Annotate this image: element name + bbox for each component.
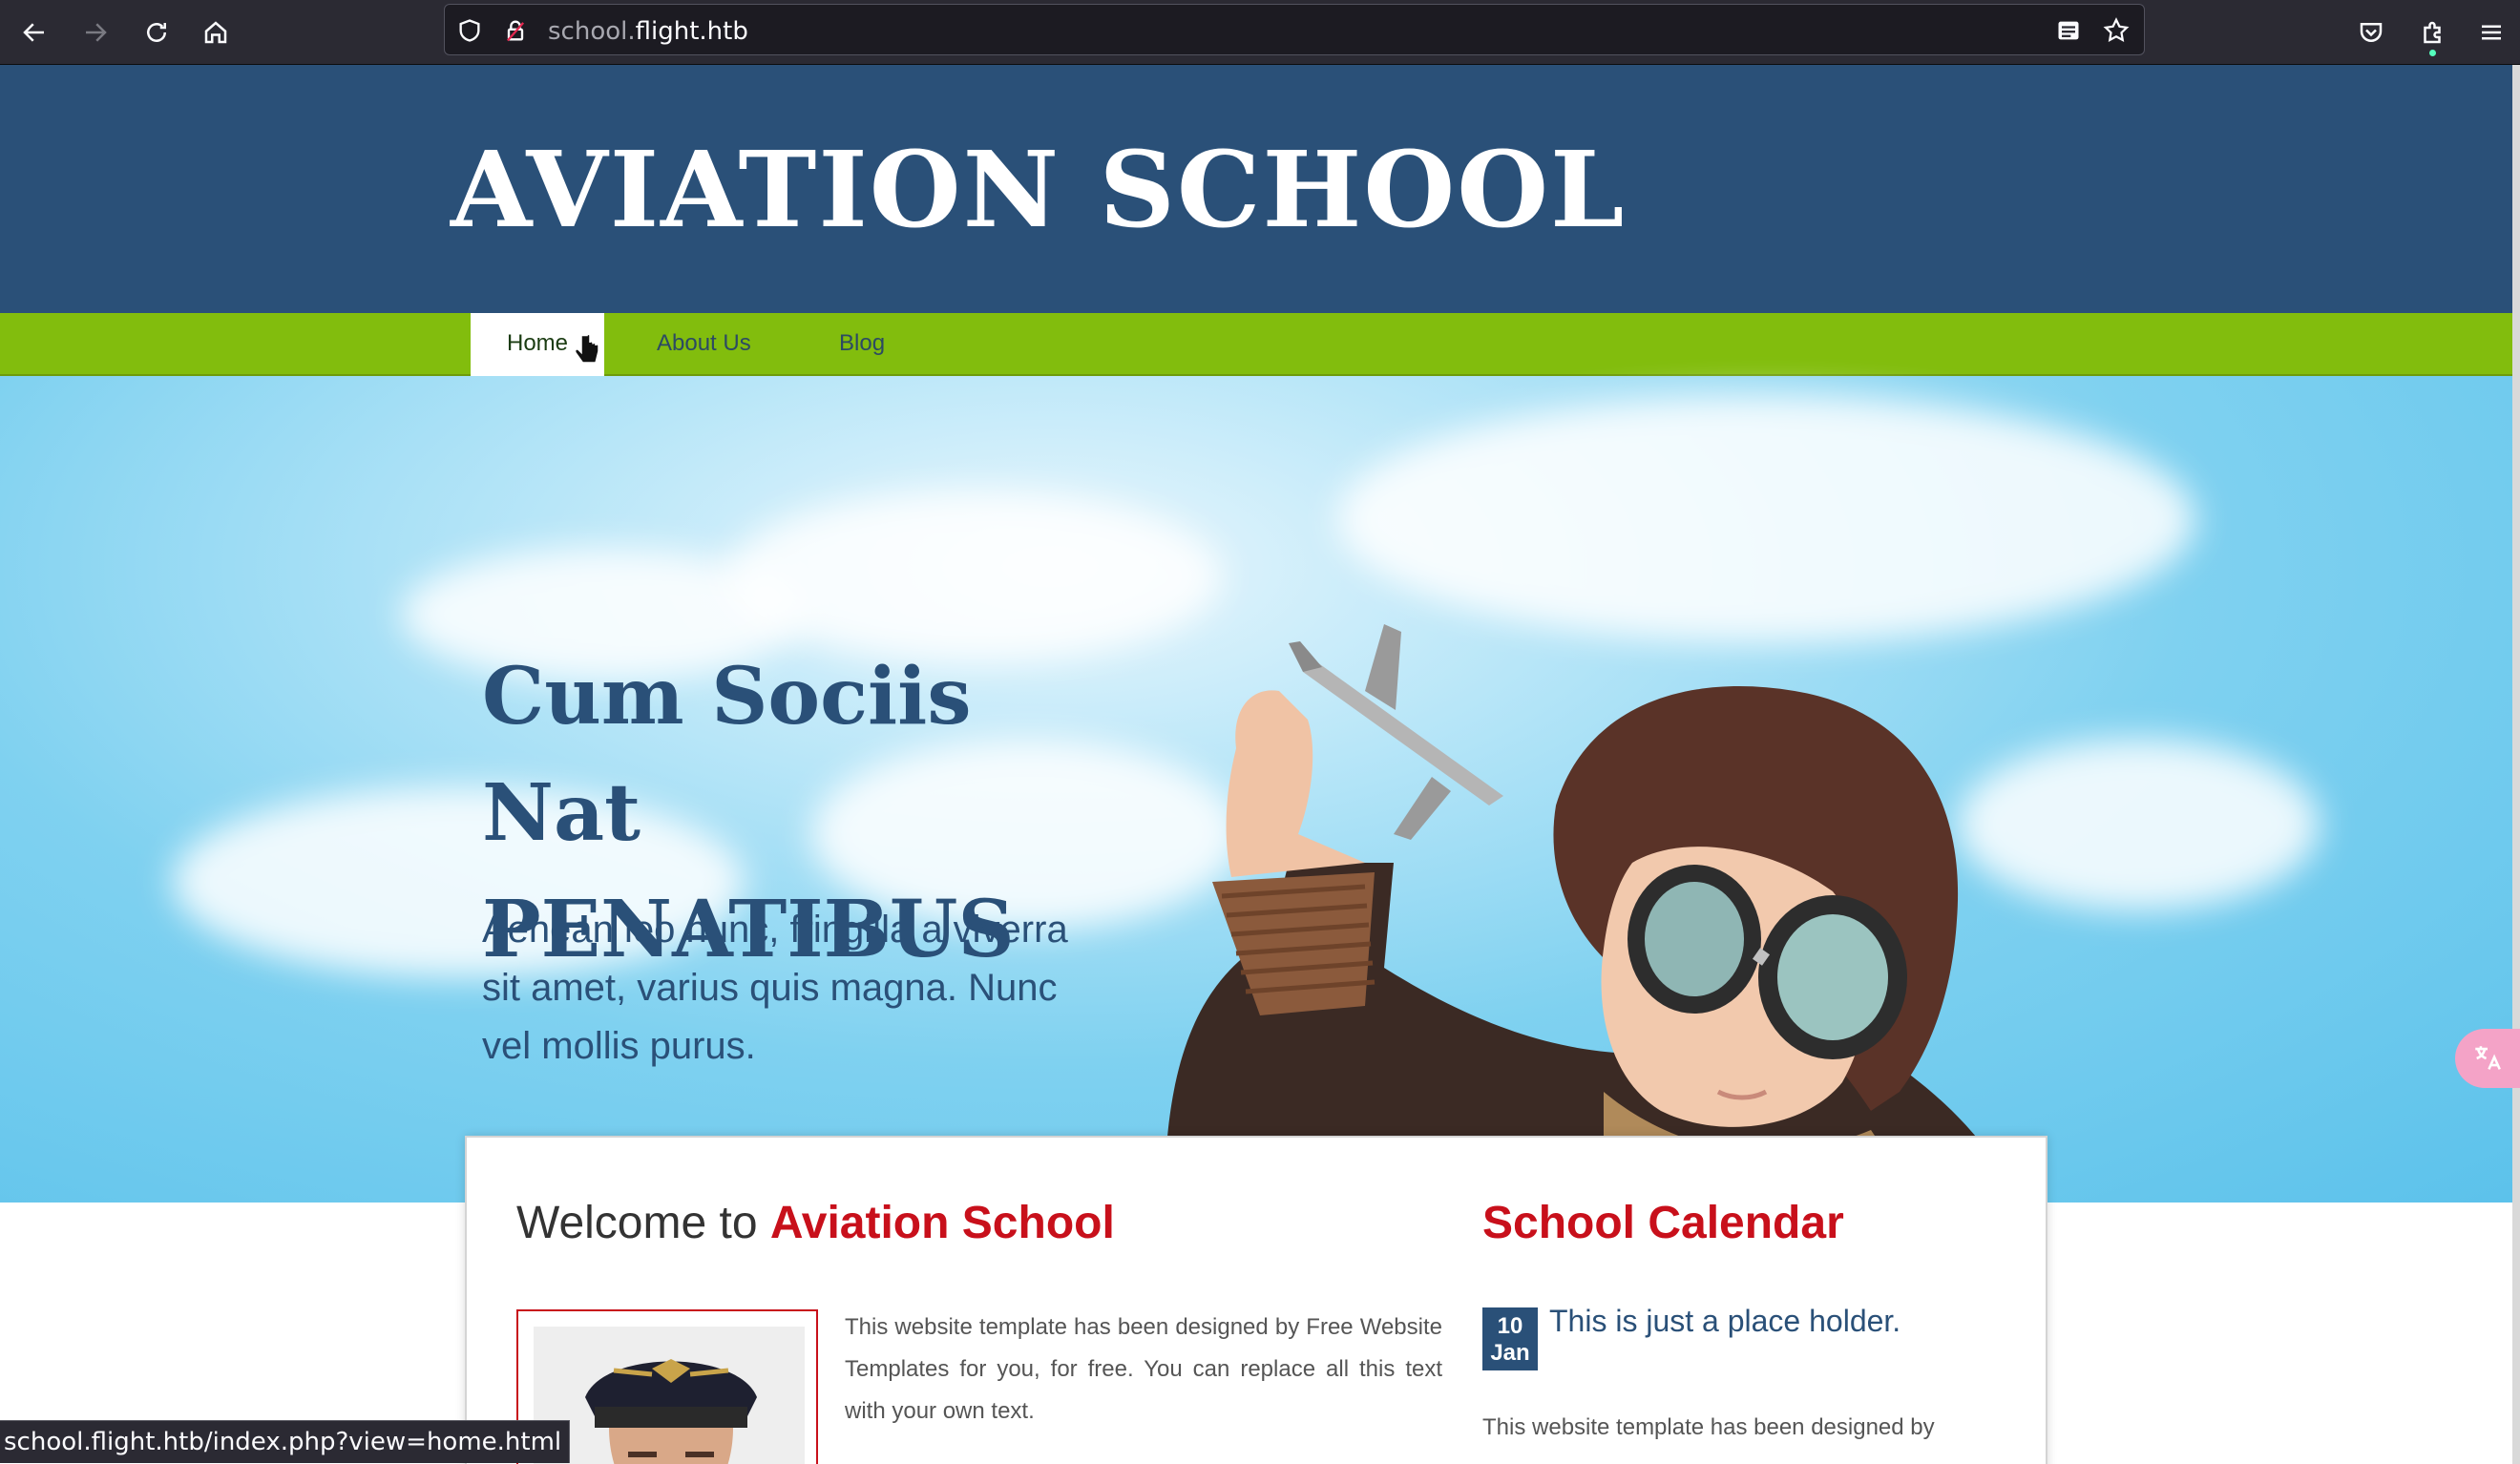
- calendar-month: Jan: [1490, 1340, 1530, 1366]
- hero-heading-line1: Cum Sociis Nat: [482, 651, 972, 859]
- welcome-accent: Aviation School: [769, 1198, 1115, 1248]
- url-text[interactable]: school.flight.htb: [548, 17, 748, 46]
- home-icon: [204, 21, 227, 44]
- back-button[interactable]: [13, 11, 55, 53]
- forward-icon: [86, 23, 107, 42]
- content-box: Welcome to Aviation School This website …: [465, 1136, 2048, 1464]
- calendar-event-link[interactable]: This is just a place holder.: [1549, 1304, 1900, 1339]
- url-host-prefix: school.: [548, 17, 636, 46]
- site-header: AVIATION SCHOOL: [0, 65, 2512, 313]
- browser-toolbar: school.flight.htb: [0, 0, 2520, 65]
- welcome-prefix: Welcome to: [516, 1198, 770, 1248]
- pocket-icon: [2360, 23, 2383, 42]
- forward-button[interactable]: [74, 11, 116, 53]
- extension-badge-dot: [2429, 50, 2436, 56]
- translate-icon: [2475, 1046, 2501, 1070]
- shield-icon: [459, 19, 480, 42]
- hero-text: Aenean leo nunc, fringilla a viverra sit…: [482, 909, 1068, 1067]
- hero-banner: Cum Sociis Nat PENATIBUS Aenean leo nunc…: [0, 376, 2512, 1203]
- extensions-icon: [2424, 21, 2441, 44]
- calendar-title: School Calendar: [1482, 1198, 1844, 1248]
- main-nav: Home About Us Blog: [0, 313, 2512, 386]
- reader-view-icon[interactable]: [2054, 17, 2083, 44]
- page-viewport: AVIATION SCHOOL Home About Us Blog Cum S…: [0, 65, 2512, 1464]
- hand-cursor-icon: [574, 333, 599, 364]
- extensions-button[interactable]: [2411, 11, 2453, 56]
- bookmark-star-icon[interactable]: [2102, 16, 2131, 45]
- status-bar-link-preview: school.flight.htb/index.php?view=home.ht…: [0, 1420, 571, 1463]
- reload-button[interactable]: [136, 11, 178, 53]
- calendar-day: 10: [1497, 1313, 1523, 1339]
- reload-icon: [147, 23, 166, 42]
- nav-about-us[interactable]: About Us: [620, 313, 788, 374]
- welcome-heading: Welcome to Aviation School: [516, 1197, 1115, 1249]
- site-title[interactable]: AVIATION SCHOOL: [451, 128, 1626, 251]
- menu-button[interactable]: [2470, 11, 2512, 53]
- translate-button[interactable]: [2455, 1029, 2520, 1088]
- home-button[interactable]: [195, 11, 237, 53]
- back-icon: [23, 23, 44, 42]
- url-bar[interactable]: school.flight.htb: [444, 4, 2145, 55]
- pocket-button[interactable]: [2350, 11, 2392, 53]
- nav-blog[interactable]: Blog: [803, 313, 921, 374]
- page-scrollbar[interactable]: [2512, 65, 2520, 1464]
- menu-icon: [2482, 25, 2501, 40]
- boy-pilot-illustration: [1165, 624, 2014, 1203]
- calendar-date-badge: 10 Jan: [1482, 1307, 1538, 1370]
- url-host-domain: flight.htb: [635, 17, 748, 46]
- welcome-text: This website template has been designed …: [845, 1314, 1442, 1424]
- calendar-text: This website template has been designed …: [1482, 1414, 1935, 1440]
- lock-icon[interactable]: [502, 17, 529, 44]
- toy-airplane-icon: [1289, 624, 1503, 840]
